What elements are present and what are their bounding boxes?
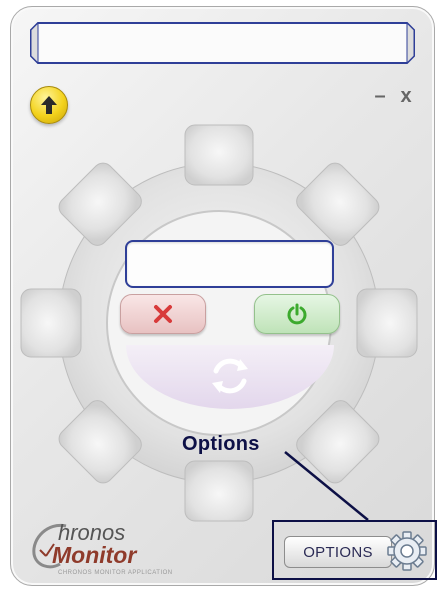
options-highlight-box: OPTIONS	[272, 520, 437, 580]
gear-icon[interactable]	[386, 530, 428, 572]
callout-pointer-line	[284, 451, 369, 521]
logo-text-monitor: Monitor	[52, 542, 137, 568]
logo-tagline: CHRONOS MONITOR APPLICATION	[58, 570, 173, 576]
options-button[interactable]: OPTIONS	[284, 536, 392, 568]
chronos-monitor-logo: hronos Monitor CHRONOS MONITOR APPLICATI…	[28, 520, 178, 580]
